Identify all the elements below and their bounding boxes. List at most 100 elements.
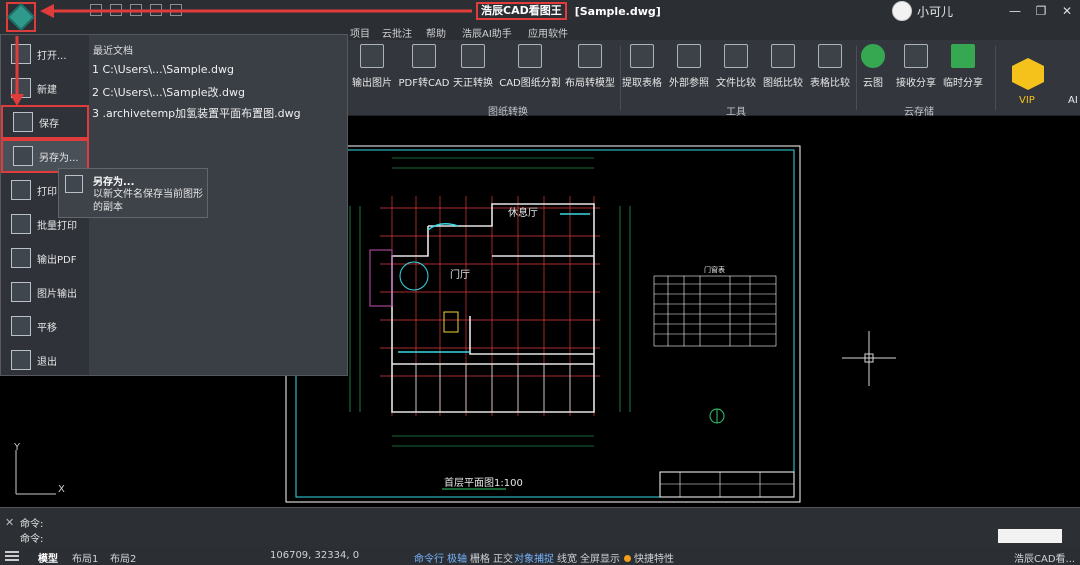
wall-hatch — [398, 213, 590, 353]
crosshair-cursor-icon — [842, 331, 896, 386]
menu-item-export-pdf[interactable]: 输出PDF — [1, 241, 89, 275]
tab-cloud-annotation[interactable]: 云批注 — [382, 25, 412, 40]
tab-project[interactable]: 项目 — [350, 25, 370, 40]
avatar[interactable] — [892, 1, 912, 21]
image-export-icon — [360, 44, 384, 68]
receive-share-icon — [904, 44, 928, 68]
toggle-grid[interactable]: 栅格 — [470, 550, 490, 565]
walls — [391, 203, 595, 413]
drawing-split-button[interactable]: CAD图纸分割 — [498, 44, 562, 89]
cad-viewer-window: 浩辰CAD看图王 [Sample.dwg] 小可儿 — ❐ ✕ 项目 云批注 帮… — [0, 0, 1080, 565]
button-label: 天正转换 — [453, 78, 493, 89]
tab-help[interactable]: 帮助 — [426, 25, 446, 40]
exit-icon — [11, 350, 31, 370]
button-label: 外部参照 — [669, 78, 709, 89]
command-prompt[interactable]: 命令: — [20, 530, 43, 545]
toggle-lineweight[interactable]: 线宽 — [557, 550, 577, 565]
recent-file-1[interactable]: 1 C:\Users\...\Sample.dwg — [91, 63, 345, 76]
menu-item-exit[interactable]: 退出 — [1, 343, 89, 377]
toggle-ortho[interactable]: 正交 — [493, 550, 513, 565]
menu-label: 图片输出 — [37, 288, 77, 300]
menu-label: 打开... — [37, 50, 67, 62]
tab-layout2[interactable]: 布局2 — [110, 550, 136, 565]
menu-item-save[interactable]: 保存 — [1, 105, 89, 139]
qat-image-icon[interactable] — [170, 4, 182, 16]
ai-label[interactable]: AI — [1068, 95, 1078, 106]
toggle-command-line[interactable]: 命令行 — [414, 550, 444, 565]
menu-item-open[interactable]: 打开... — [1, 37, 89, 71]
user-name: 小可儿 — [917, 4, 954, 19]
user-account[interactable]: 小可儿 — [892, 1, 953, 21]
button-label: 输出图片 — [352, 78, 392, 89]
plan-title: 首层平面图1:100 — [444, 476, 523, 489]
axis-grid — [380, 196, 600, 416]
export-pdf-icon — [11, 248, 31, 268]
command-input[interactable] — [998, 529, 1062, 543]
toggle-object-snap[interactable]: 对象捕捉 — [514, 550, 554, 565]
pdf-to-cad-icon — [412, 44, 436, 68]
tab-layout1[interactable]: 布局1 — [72, 550, 98, 565]
recent-documents-title: 最近文档 — [93, 46, 133, 57]
svg-text:X: X — [58, 484, 65, 495]
button-label: 临时分享 — [943, 78, 983, 89]
room-label-rest: 休息厅 — [508, 206, 538, 219]
quick-properties-icon — [624, 555, 631, 562]
revolving-door — [399, 261, 429, 291]
recent-file-3[interactable]: 3 .archivetemp加氢装置平面布置图.dwg — [91, 105, 345, 121]
entrance-canopy — [369, 249, 393, 307]
recent-file-2[interactable]: 2 C:\Users\...\Sample改.dwg — [91, 84, 345, 100]
toggle-fullscreen[interactable]: 全屏显示 — [580, 550, 620, 565]
qat-redo-icon[interactable] — [110, 4, 122, 16]
quick-access-toolbar — [90, 4, 182, 16]
xref-icon — [677, 44, 701, 68]
temp-share-button[interactable]: 临时分享 — [931, 44, 995, 89]
quick-properties-label: 快捷特性 — [634, 554, 674, 565]
table-compare-icon — [818, 44, 842, 68]
tab-model[interactable]: 模型 — [38, 550, 58, 565]
qat-export-icon[interactable] — [150, 4, 162, 16]
menu-item-pan[interactable]: 平移 — [1, 309, 89, 343]
window-controls: — ❐ ✕ — [1002, 0, 1080, 22]
room-label-hall: 门厅 — [450, 268, 470, 281]
restore-icon[interactable]: ❐ — [1028, 0, 1054, 22]
layout-to-model-icon — [578, 44, 602, 68]
tangent-convert-button[interactable]: 天正转换 — [441, 44, 505, 89]
button-label: CAD图纸分割 — [499, 78, 561, 89]
minimize-icon[interactable]: — — [1002, 0, 1028, 22]
toggle-polar[interactable]: 极轴 — [447, 550, 467, 565]
ucs-icon — [15, 450, 56, 495]
app-menu-logo-icon[interactable] — [6, 2, 36, 32]
menu-label: 输出PDF — [37, 254, 77, 266]
tab-ai-assistant[interactable]: 浩辰AI助手 — [462, 25, 512, 40]
new-file-icon — [11, 78, 31, 98]
app-footer-label: 浩辰CAD看... — [1014, 554, 1076, 565]
coordinate-readout: 106709, 32334, 0 — [270, 550, 360, 561]
ribbon-separator — [995, 46, 996, 110]
close-icon[interactable]: ✕ — [1054, 0, 1080, 22]
image-output-icon — [11, 282, 31, 302]
status-bar: 模型 布局1 布局2 106709, 32334, 0 命令行 极轴 栅格 正交… — [0, 547, 1080, 565]
save-as-icon — [13, 146, 33, 166]
cloud-icon — [861, 44, 885, 68]
button-label: 提取表格 — [622, 78, 662, 89]
button-label: 图纸比较 — [763, 78, 803, 89]
menu-item-new[interactable]: 新建 — [1, 71, 89, 105]
drawing-split-icon — [518, 44, 542, 68]
print-icon — [11, 180, 31, 200]
bottom-rooms — [415, 364, 571, 412]
close-icon[interactable]: ✕ — [5, 516, 14, 529]
qat-undo-icon[interactable] — [90, 4, 102, 16]
vip-label[interactable]: VIP — [1019, 95, 1035, 106]
temp-share-icon — [951, 44, 975, 68]
menu-hamburger-icon[interactable] — [5, 551, 19, 561]
tooltip-description: 以新文件名保存当前图形的副本 — [93, 189, 203, 213]
menu-label: 批量打印 — [37, 220, 77, 232]
button-label: 布局转模型 — [565, 78, 615, 89]
save-icon — [13, 112, 33, 132]
command-line-panel: ✕ 命令: 命令: — [0, 507, 1080, 547]
tab-apps[interactable]: 应用软件 — [528, 25, 568, 40]
quick-properties-toggle[interactable]: 快捷特性 — [624, 550, 674, 565]
menu-item-image-output[interactable]: 图片输出 — [1, 275, 89, 309]
save-as-icon — [65, 175, 83, 193]
qat-print-icon[interactable] — [130, 4, 142, 16]
